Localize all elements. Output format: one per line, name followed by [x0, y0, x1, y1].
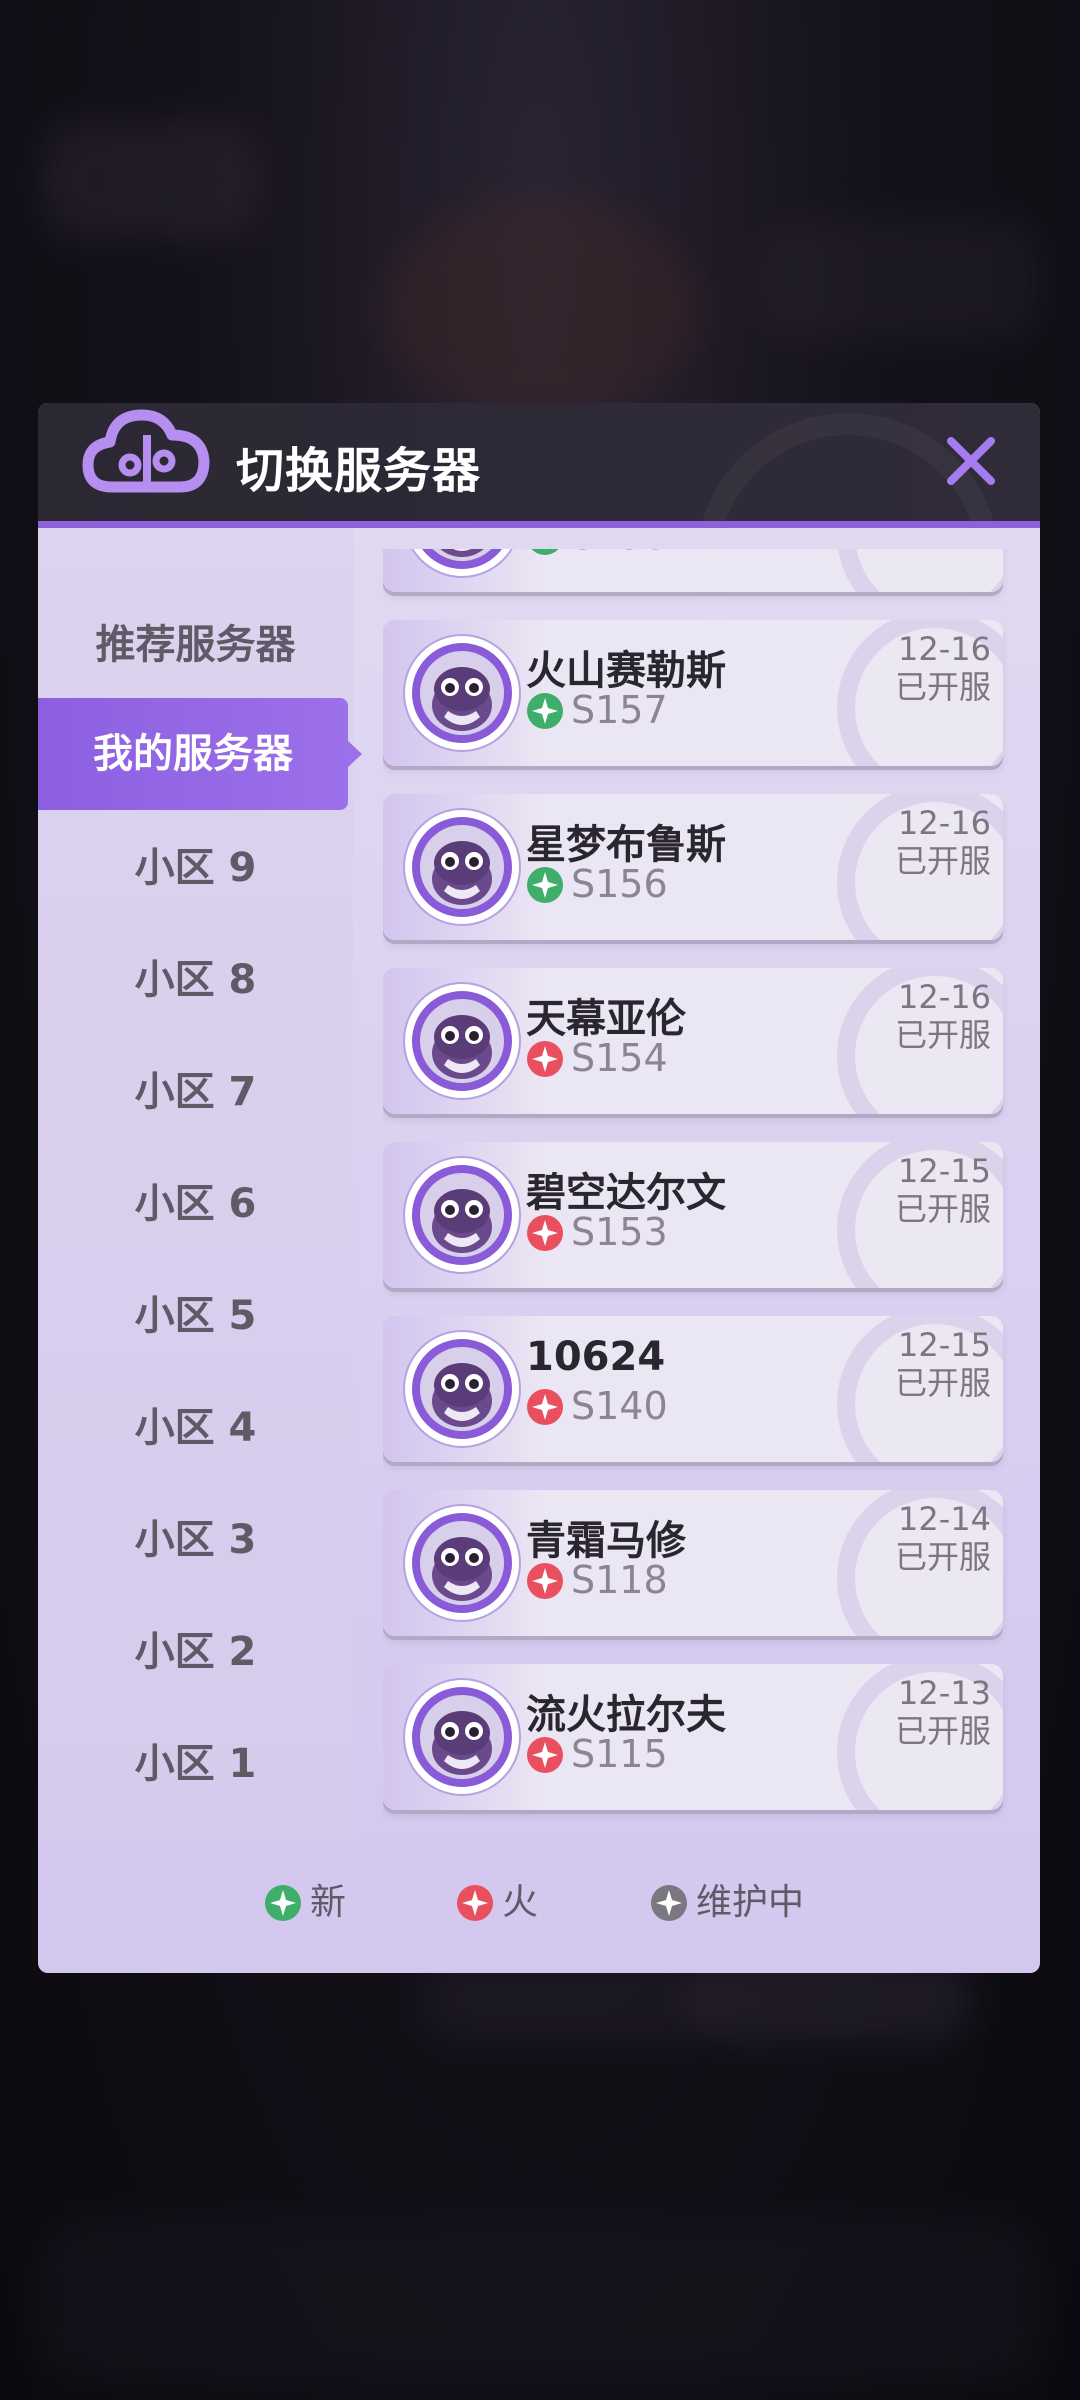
- avatar: [405, 636, 519, 750]
- open-state: 已开服: [894, 1016, 991, 1054]
- server-card[interactable]: S158: [383, 549, 1003, 592]
- hot-status-icon: [457, 1885, 493, 1921]
- new-status-icon: [531, 549, 559, 555]
- server-switch-dialog: 切换服务器 推荐服务器 我的服务器 小区 9 小区 8 小区 7 小区 6 小区…: [38, 403, 1040, 1973]
- server-date: 12-15 已开服: [895, 1326, 991, 1402]
- cloud-server-icon: [82, 409, 210, 493]
- open-state: 已开服: [894, 668, 991, 706]
- legend-maintenance-label: 维护中: [696, 1882, 805, 1923]
- dialog-title: 切换服务器: [236, 443, 482, 499]
- sidebar-item-my-servers[interactable]: 我的服务器: [38, 698, 362, 810]
- server-date: 12-14 已开服: [895, 1500, 991, 1576]
- open-date: 12-16: [898, 804, 991, 842]
- sidebar-item-label: 我的服务器: [93, 731, 293, 777]
- close-icon[interactable]: [943, 433, 999, 489]
- sidebar-item-recommended[interactable]: 推荐服务器: [38, 610, 353, 680]
- server-card[interactable]: 火山赛勒斯 S157 12-16 已开服: [383, 620, 1003, 766]
- open-date: 12-15: [898, 1326, 991, 1364]
- sidebar-item-zone-9[interactable]: 小区 9: [38, 833, 353, 903]
- server-avatar-icon: [412, 1165, 512, 1265]
- sidebar-item-zone-6[interactable]: 小区 6: [38, 1169, 353, 1239]
- server-card[interactable]: 青霜马修 S118 12-14 已开服: [383, 1490, 1003, 1636]
- sidebar-item-zone-4[interactable]: 小区 4: [38, 1393, 353, 1463]
- avatar: [405, 1158, 519, 1272]
- open-date: 12-16: [898, 978, 991, 1016]
- sidebar-item-zone-2[interactable]: 小区 2: [38, 1617, 353, 1687]
- open-state: 已开服: [894, 1538, 991, 1576]
- server-code: S140: [571, 1384, 668, 1428]
- legend-hot-label: 火: [502, 1882, 539, 1923]
- server-date: 12-16 已开服: [895, 804, 991, 880]
- avatar: [405, 1506, 519, 1620]
- server-avatar-icon: [412, 991, 512, 1091]
- server-avatar-icon: [412, 1339, 512, 1439]
- new-status-icon: [527, 867, 563, 903]
- server-card[interactable]: 碧空达尔文 S153 12-15 已开服: [383, 1142, 1003, 1288]
- avatar: [405, 1332, 519, 1446]
- server-code: S118: [571, 1558, 668, 1602]
- server-avatar-icon: [412, 817, 512, 917]
- server-code: S115: [571, 1732, 668, 1776]
- open-date: 12-14: [898, 1500, 991, 1538]
- maintenance-status-icon: [651, 1885, 687, 1921]
- open-date: 12-13: [898, 1674, 991, 1712]
- avatar: [405, 1680, 519, 1794]
- server-avatar-icon: [412, 643, 512, 743]
- hot-status-icon: [527, 1041, 563, 1077]
- server-category-sidebar: 推荐服务器 我的服务器 小区 9 小区 8 小区 7 小区 6 小区 5 小区 …: [38, 528, 362, 1838]
- server-date: 12-16 已开服: [895, 630, 991, 706]
- new-status-icon: [265, 1885, 301, 1921]
- server-list[interactable]: S158火山赛勒斯S15712-16已开服星梦布鲁斯S15612-16已开服天幕…: [383, 549, 1008, 1839]
- dialog-header: 切换服务器: [38, 403, 1040, 717]
- open-date: 12-15: [898, 1152, 991, 1190]
- avatar: [405, 810, 519, 924]
- server-avatar-icon: [412, 1687, 512, 1787]
- server-code: S157: [571, 688, 668, 732]
- active-indicator-arrow: [348, 741, 362, 767]
- header-accent-line: [38, 521, 1040, 528]
- sidebar-item-zone-5[interactable]: 小区 5: [38, 1281, 353, 1351]
- server-avatar-icon: [412, 1513, 512, 1613]
- server-card[interactable]: 天幕亚伦 S154 12-16 已开服: [383, 968, 1003, 1114]
- server-name: 10624: [526, 1334, 666, 1380]
- new-status-icon: [527, 693, 563, 729]
- server-date: 12-16 已开服: [895, 978, 991, 1054]
- sidebar-item-zone-8[interactable]: 小区 8: [38, 945, 353, 1015]
- server-code: S154: [571, 1036, 668, 1080]
- sidebar-item-zone-3[interactable]: 小区 3: [38, 1505, 353, 1575]
- hot-status-icon: [527, 1215, 563, 1251]
- server-avatar-icon: [422, 549, 502, 569]
- server-date: 12-13 已开服: [895, 1674, 991, 1750]
- server-card[interactable]: 星梦布鲁斯 S156 12-16 已开服: [383, 794, 1003, 940]
- avatar: [405, 549, 519, 576]
- status-legend: 新 火 维护中: [38, 1855, 1040, 1945]
- server-code: S153: [571, 1210, 668, 1254]
- hot-status-icon: [527, 1563, 563, 1599]
- server-date: 12-15 已开服: [895, 1152, 991, 1228]
- open-state: 已开服: [894, 1364, 991, 1402]
- legend-new-label: 新: [310, 1882, 347, 1923]
- server-code: S158: [571, 549, 668, 558]
- sidebar-item-zone-1[interactable]: 小区 1: [38, 1729, 353, 1799]
- server-card[interactable]: 10624 S140 12-15 已开服: [383, 1316, 1003, 1462]
- hot-status-icon: [527, 1737, 563, 1773]
- hot-status-icon: [527, 1389, 563, 1425]
- card-decoration: [837, 549, 1003, 592]
- sidebar-item-zone-7[interactable]: 小区 7: [38, 1057, 353, 1127]
- open-date: 12-16: [898, 630, 991, 668]
- open-state: 已开服: [894, 1712, 991, 1750]
- server-card[interactable]: 流火拉尔夫 S115 12-13 已开服: [383, 1664, 1003, 1810]
- open-state: 已开服: [894, 1190, 991, 1228]
- server-code: S156: [571, 862, 668, 906]
- avatar: [405, 984, 519, 1098]
- open-state: 已开服: [894, 842, 991, 880]
